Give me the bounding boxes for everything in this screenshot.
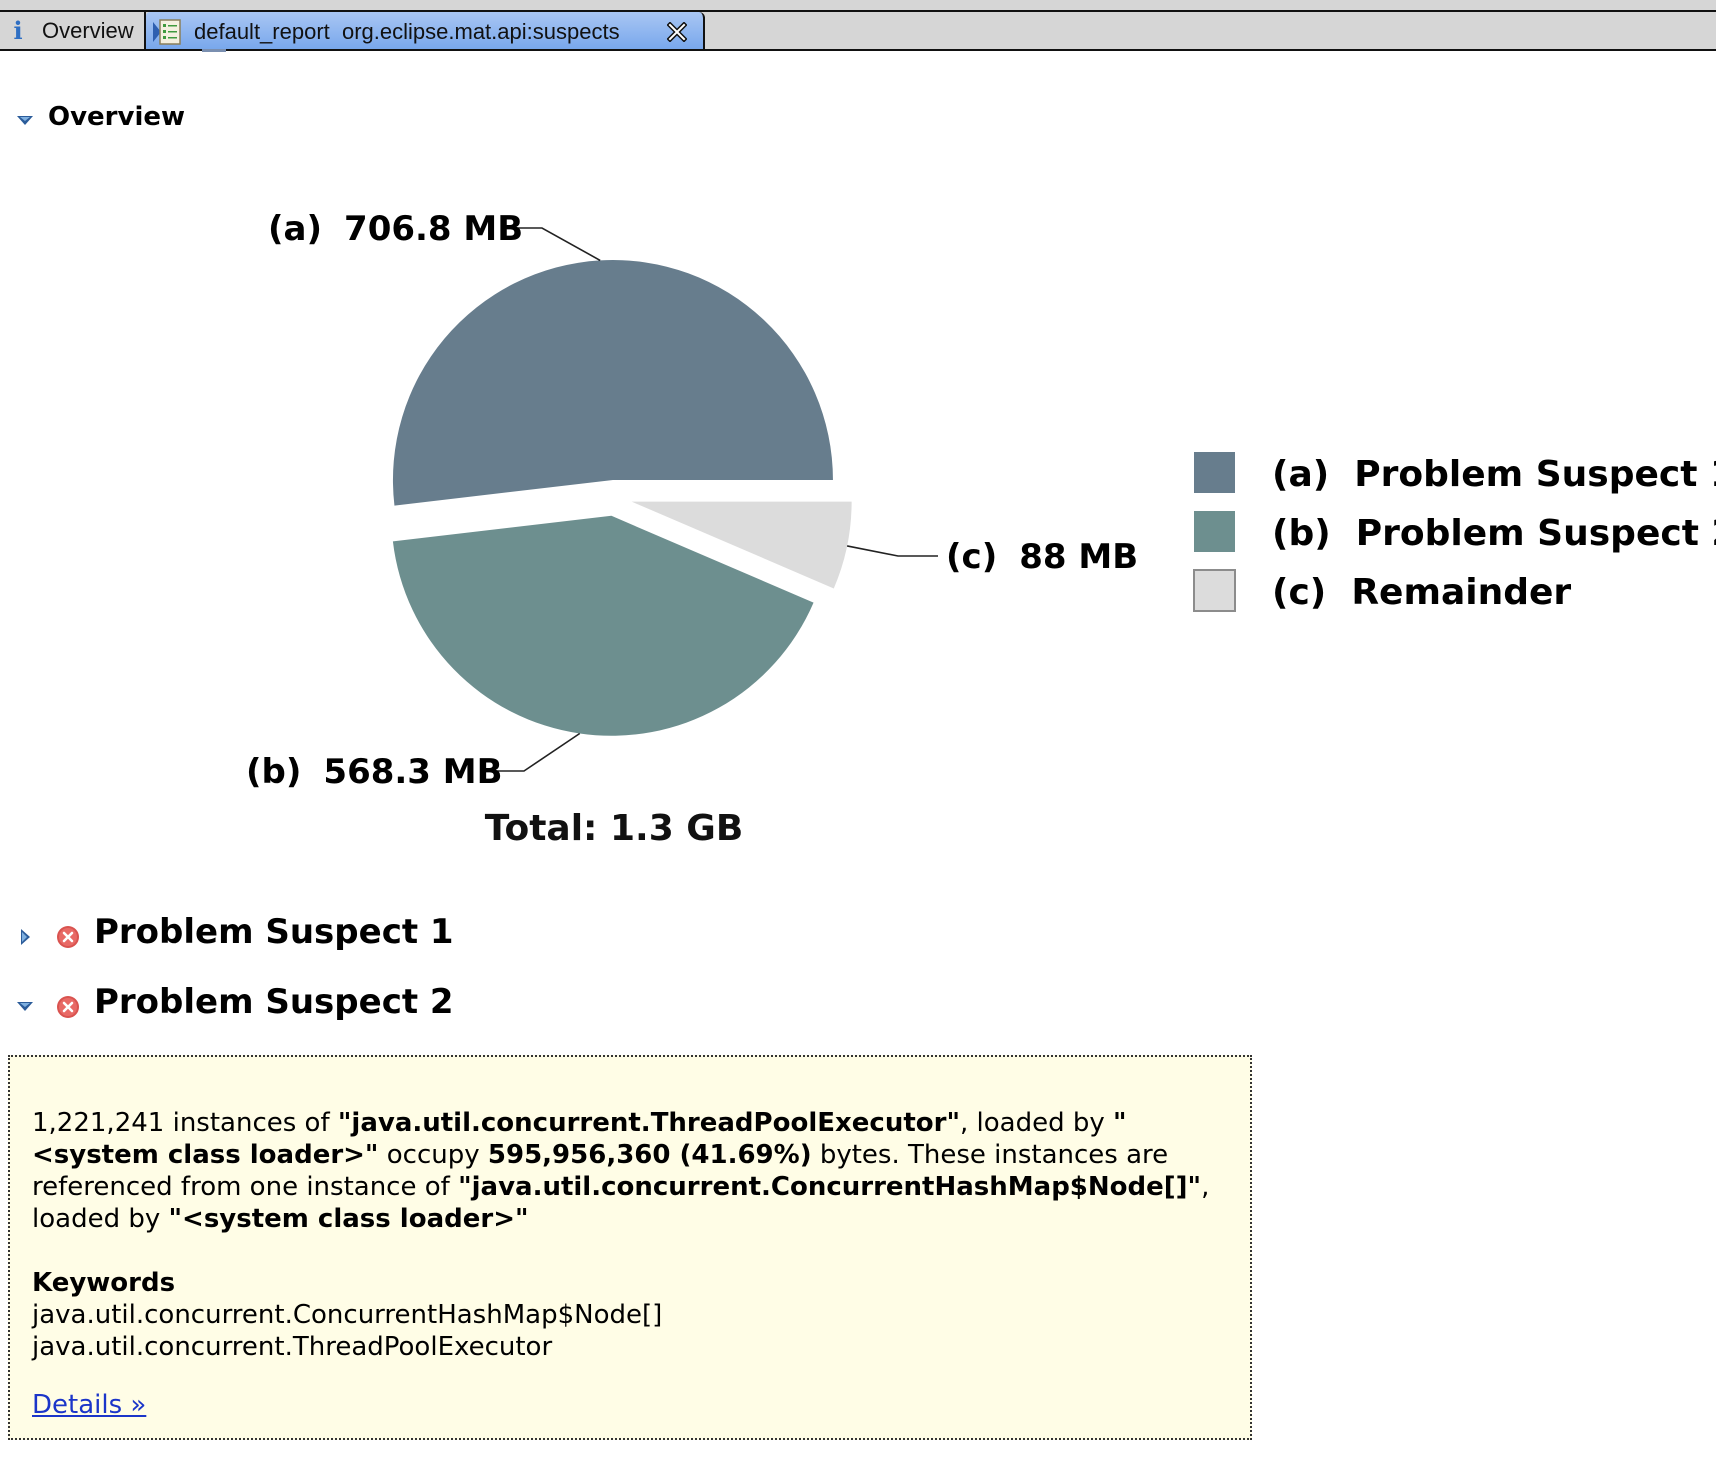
keyword-item: java.util.concurrent.ConcurrentHashMap$N…: [32, 1300, 663, 1330]
leader-line-a: [510, 227, 601, 262]
tab-bar-bottom-border: [0, 49, 1716, 51]
chevron-down-icon[interactable]: [16, 1000, 34, 1014]
leader-line-c: [846, 545, 938, 557]
error-icon: [57, 996, 79, 1018]
legend-label-a: (a) Problem Suspect 1: [1272, 454, 1716, 495]
legend-label-c: (c) Remainder: [1272, 572, 1571, 613]
section-title-overview[interactable]: Overview: [48, 102, 185, 132]
tab-overview-label: Overview: [42, 17, 134, 43]
suspect-class-name: "java.util.concurrent.ThreadPoolExecutor…: [337, 1108, 960, 1138]
legend-swatch-c: [1193, 569, 1236, 612]
pie-slices: [392, 260, 852, 736]
error-icon: [57, 926, 79, 948]
chevron-down-icon[interactable]: [16, 114, 34, 128]
legend-label-b: (b) Problem Suspect 2: [1272, 513, 1716, 554]
referencing-class: "java.util.concurrent.ConcurrentHashMap$…: [458, 1172, 1202, 1202]
pie-total-label: Total: 1.3 GB: [485, 808, 744, 849]
tab-focus-indicator: [202, 49, 226, 52]
section-title-problem-suspect-2[interactable]: Problem Suspect 2: [94, 982, 454, 1022]
pie-label-a: (a) 706.8 MB: [268, 209, 523, 249]
legend-swatch-a: [1194, 452, 1235, 493]
pie-label-c: (c) 88 MB: [946, 537, 1138, 577]
keywords-title: Keywords: [32, 1268, 176, 1298]
chart-legend: (a) Problem Suspect 1 (b) Problem Suspec…: [1193, 452, 1716, 613]
instance-count: 1,221,241: [32, 1108, 165, 1138]
pie-label-b: (b) 568.3 MB: [246, 752, 503, 792]
report-icon: [153, 18, 181, 45]
details-link[interactable]: Details »: [32, 1389, 146, 1421]
tab-default-report[interactable]: default_report org.eclipse.mat.api:suspe…: [146, 12, 705, 51]
legend-swatch-b: [1194, 511, 1235, 552]
section-title-problem-suspect-1[interactable]: Problem Suspect 1: [94, 912, 454, 952]
suspect-description: 1,221,241 instances of "java.util.concur…: [32, 1108, 1210, 1234]
tab-overview[interactable]: i Overview: [0, 12, 146, 49]
pie-slice-a: [392, 260, 833, 506]
retained-bytes: 595,956,360 (41.69%): [487, 1140, 812, 1170]
suspect-2-detail-panel: 1,221,241 instances of "java.util.concur…: [8, 1055, 1252, 1440]
close-icon[interactable]: [667, 21, 687, 42]
editor-tab-bar: i Overview default_report org.eclipse.ma…: [0, 0, 1716, 51]
pie-chart: (a) 706.8 MB (b) 568.3 MB (c) 88 MB Total: …: [246, 209, 1716, 849]
referencing-class-loader: "<system class loader>": [168, 1204, 529, 1234]
tab-report-label: default_report org.eclipse.mat.api:suspe…: [194, 18, 620, 44]
info-icon: i: [13, 16, 23, 45]
keyword-item: java.util.concurrent.ThreadPoolExecutor: [32, 1332, 553, 1362]
chevron-right-icon[interactable]: [18, 928, 32, 946]
